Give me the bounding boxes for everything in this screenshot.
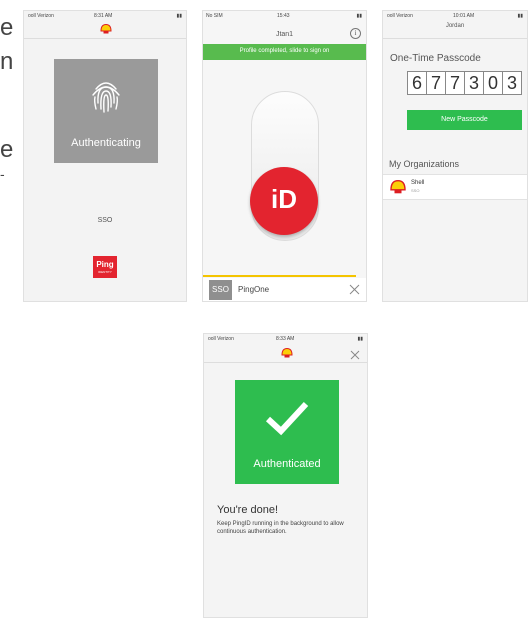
header-divider [383, 38, 527, 39]
edge-text-fragment-3: e [0, 136, 14, 163]
sso-label: SSO [97, 217, 113, 224]
banner-text: Profile completed, slide to sign on [239, 48, 330, 54]
sso-badge: SSO [209, 280, 232, 300]
org-name: Shell [411, 180, 425, 186]
otp-heading: One-Time Passcode [390, 53, 481, 64]
battery-icon: ▮▮ [176, 13, 182, 19]
edge-text-fragment-4: - [0, 166, 5, 182]
shell-logo-icon [281, 348, 293, 358]
ping-logo-text: Ping [96, 260, 114, 269]
auth-status-label: Authenticating [71, 137, 141, 149]
shell-logo-icon [100, 24, 112, 34]
pingid-slide-handle[interactable]: iD [250, 167, 318, 235]
otp-digit: 6 [408, 72, 427, 94]
otp-digit: 7 [427, 72, 446, 94]
status-time: 8:31 AM [94, 13, 113, 19]
screen-authenticating: ooll Verizon 8:31 AM ▮▮ Authenticating S… [23, 10, 187, 302]
profile-complete-banner: Profile completed, slide to sign on [203, 44, 366, 60]
org-name: PingOne [238, 285, 270, 294]
auth-status-label: Authenticated [253, 458, 321, 470]
battery-icon: ▮▮ [357, 336, 363, 342]
edge-text-fragment-1: e [0, 14, 14, 41]
progress-bar [203, 275, 356, 277]
close-icon[interactable] [350, 350, 360, 360]
status-bar: ooll Verizon 8:31 AM ▮▮ [24, 11, 186, 22]
status-bar: ooll Verizon 10:01 AM ▮▮ [383, 11, 527, 22]
status-carrier: ooll Verizon [387, 13, 413, 19]
otp-digit: 3 [506, 73, 517, 93]
screen-slide-to-sign-on: No SIM 15:43 ▮▮ Jtan1 i Profile complete… [202, 10, 367, 302]
fingerprint-icon [92, 82, 120, 113]
orgs-heading: My Organizations [389, 159, 460, 169]
new-passcode-button[interactable]: New Passcode [407, 110, 522, 130]
ping-identity-logo: Ping IDENTITY [93, 256, 117, 278]
ping-logo-subtext: IDENTITY [98, 270, 112, 274]
status-carrier: No SIM [206, 13, 223, 19]
edge-text-fragment-2: n [0, 48, 14, 75]
otp-digit: 7 [446, 72, 465, 94]
org-list-item[interactable]: Shell SSO [383, 174, 527, 200]
id-label: iD [271, 184, 297, 214]
authenticating-tile: Authenticating [54, 59, 158, 163]
status-time: 10:01 AM [453, 13, 475, 19]
battery-icon: ▮▮ [517, 13, 523, 19]
screen-title: Jtan1 [275, 31, 294, 38]
battery-icon: ▮▮ [356, 13, 362, 19]
header-divider [204, 362, 367, 363]
org-bar: SSO PingOne [203, 278, 366, 301]
done-heading: You're done! [217, 504, 279, 516]
checkmark-icon [265, 401, 309, 436]
done-body: Keep PingID running in the background to… [217, 521, 344, 535]
otp-digit: 3 [465, 72, 484, 94]
status-time: 15:43 [277, 13, 290, 19]
otp-digit: 0 [484, 72, 503, 94]
status-carrier: ooll Verizon [208, 336, 234, 342]
shell-logo-icon [390, 180, 406, 194]
status-time: 8:33 AM [276, 336, 295, 342]
screen-authenticated: ooll Verizon 8:33 AM ▮▮ Authenticated Yo… [203, 333, 368, 618]
authenticated-tile: Authenticated [235, 380, 339, 484]
info-icon[interactable]: i [350, 28, 361, 39]
status-carrier: ooll Verizon [28, 13, 54, 19]
header-divider [24, 38, 186, 39]
org-sub: SSO [411, 188, 420, 193]
status-bar: ooll Verizon 8:33 AM ▮▮ [204, 334, 367, 345]
close-icon[interactable] [349, 284, 360, 295]
screen-title: Jordan [445, 23, 465, 29]
status-bar: No SIM 15:43 ▮▮ [203, 11, 366, 22]
otp-code: 6 7 7 3 0 3 [407, 71, 522, 95]
screen-one-time-passcode: ooll Verizon 10:01 AM ▮▮ Jordan One-Time… [382, 10, 528, 302]
